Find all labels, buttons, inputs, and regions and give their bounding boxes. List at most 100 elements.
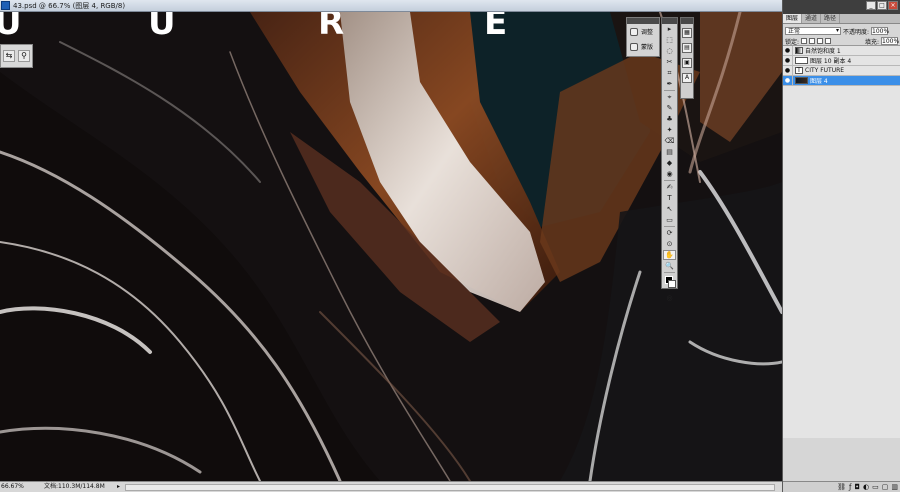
link-icon[interactable]: ⛓	[837, 483, 846, 491]
status-menu-arrow-icon[interactable]: ▸	[117, 482, 120, 492]
folder-icon[interactable]: ▭	[872, 483, 879, 491]
adjustment-icon[interactable]: ◐	[863, 483, 869, 491]
tab-channels[interactable]: 通道	[802, 14, 822, 23]
document-title-bar[interactable]: 43.psd @ 66.7% (图层 4, RGB/8)	[0, 0, 782, 12]
hand-tool-icon[interactable]: ✋	[663, 250, 676, 260]
type-tool-icon[interactable]: T	[663, 193, 676, 203]
move-tool-icon[interactable]: ▸	[663, 24, 676, 34]
background-color-swatch[interactable]	[668, 280, 676, 288]
layers-panel-footer: ⛓ ƒ ◘ ◐ ▭ ▢ ▥	[783, 481, 900, 492]
fill-input[interactable]: 100%	[881, 37, 899, 45]
visibility-eye-icon[interactable]: ●	[783, 55, 793, 66]
opacity-input[interactable]: 100%	[871, 27, 889, 35]
tools-separator	[664, 226, 675, 227]
lock-pixels-icon[interactable]	[809, 38, 816, 44]
collapsed-panels-strip: ▦ ▤ ▣ A	[680, 17, 694, 99]
brush-tool-icon[interactable]: ✎	[663, 103, 676, 113]
layer-row[interactable]: ● T CITY FUTURE	[783, 65, 900, 76]
new-layer-icon[interactable]: ▢	[882, 483, 889, 491]
tab-layers[interactable]: 图层	[783, 14, 803, 23]
strip-header[interactable]	[681, 18, 693, 24]
pen-tool-icon[interactable]: ✍	[663, 182, 676, 192]
blur-tool-icon[interactable]: ◆	[663, 158, 676, 168]
visibility-eye-icon[interactable]: ●	[783, 65, 793, 76]
eyedropper-tool-icon[interactable]: ✒	[663, 79, 676, 89]
mask-icon[interactable]: ◘	[854, 483, 860, 491]
masks-icon	[630, 42, 638, 51]
quick-mask-icon[interactable]: ◎	[663, 293, 676, 303]
3d-rotate-tool-icon[interactable]: ⟳	[663, 228, 676, 238]
healing-brush-tool-icon[interactable]: ⌖	[663, 92, 676, 102]
visibility-eye-icon[interactable]: ●	[783, 45, 793, 56]
maximize-icon[interactable]: □	[877, 1, 887, 10]
tab-paths[interactable]: 路径	[821, 14, 841, 23]
layer-thumbnail	[795, 57, 808, 64]
gradient-tool-icon[interactable]: ▤	[663, 147, 676, 157]
visibility-eye-icon[interactable]: ●	[783, 75, 793, 86]
lasso-tool-icon[interactable]: ◌	[663, 46, 676, 56]
blend-mode-select[interactable]: 正常	[785, 27, 841, 35]
layer-name: 图层 4	[810, 78, 828, 85]
slice-tool-icon[interactable]: ⌗	[663, 68, 676, 78]
masks-label: 蒙版	[641, 44, 654, 51]
text-layer-thumbnail: T	[795, 67, 803, 74]
history-brush-tool-icon[interactable]: ✦	[663, 125, 676, 135]
layer-row[interactable]: ● 自然饱和度 1	[783, 45, 900, 56]
window-controls: _ □ ×	[866, 1, 898, 10]
color-swatches[interactable]	[663, 274, 676, 292]
tools-separator	[664, 180, 675, 181]
layers-panel-tabs: 图层 通道 路径	[783, 14, 900, 24]
masks-panel-button[interactable]: 蒙版	[627, 39, 659, 54]
lock-position-icon[interactable]	[817, 38, 824, 44]
canvas-text-letter: R	[318, 12, 345, 43]
orbit-tool-icon[interactable]: ⊙	[663, 239, 676, 249]
photoshop-document-icon	[1, 1, 10, 10]
layer-name: CITY FUTURE	[805, 67, 845, 74]
navigator-panel-icon[interactable]: ▣	[682, 58, 692, 68]
adjustments-panel-button[interactable]: 调整	[627, 24, 659, 39]
fill-label: 填充:	[864, 38, 879, 46]
dodge-tool-icon[interactable]: ◉	[663, 169, 676, 179]
panel-dock-header[interactable]: _ □ ×	[783, 0, 900, 14]
close-icon[interactable]: ×	[888, 1, 898, 10]
shape-tool-icon[interactable]: ▭	[663, 215, 676, 225]
layer-name: 图层 10 副本 4	[810, 58, 852, 65]
path-selection-tool-icon[interactable]: ↖	[663, 204, 676, 214]
tool-options-fragment: ⇆ ⚲	[0, 44, 33, 68]
lock-all-icon[interactable]	[825, 38, 832, 44]
tools-separator	[664, 90, 675, 91]
image-layer-thumbnail	[795, 77, 808, 84]
adjustments-icon	[630, 27, 638, 36]
marquee-tool-icon[interactable]: ⬚	[663, 35, 676, 45]
canvas-text-letter: U	[0, 12, 22, 43]
minimize-icon[interactable]: _	[866, 1, 876, 10]
canvas-text-letter: E	[484, 12, 508, 43]
trash-icon[interactable]: ▥	[891, 483, 898, 491]
document-size-info[interactable]: 文档:110.3M/114.8M	[44, 482, 105, 492]
layer-options: 正常 不透明度: 100% 锁定: 填充: 100%	[783, 24, 900, 46]
swatches-panel-icon[interactable]: ▤	[682, 43, 692, 53]
adjustments-label: 调整	[641, 29, 654, 36]
option-toggle-icon[interactable]: ⇆	[3, 50, 15, 62]
lock-transparency-icon[interactable]	[801, 38, 808, 44]
opacity-label: 不透明度:	[843, 28, 870, 36]
tool-preset-icon[interactable]: ⚲	[18, 50, 30, 62]
layer-row[interactable]: ● 图层 10 副本 4	[783, 55, 900, 66]
zoom-level[interactable]: 66.67%	[1, 482, 24, 492]
fx-icon[interactable]: ƒ	[849, 483, 851, 491]
lock-label: 锁定:	[785, 38, 800, 46]
zoom-tool-icon[interactable]: 🔍	[663, 261, 676, 271]
character-panel-icon[interactable]: A	[682, 73, 692, 83]
clone-stamp-tool-icon[interactable]: ♣	[663, 114, 676, 124]
layers-list: ● 自然饱和度 1 ● 图层 10 副本 4 ● T CITY FUTURE ●…	[783, 45, 900, 438]
history-panel-icon[interactable]: ▦	[682, 28, 692, 38]
layer-name: 自然饱和度 1	[805, 48, 841, 55]
eraser-tool-icon[interactable]: ⌫	[663, 136, 676, 146]
tools-panel: ▸ ⬚ ◌ ✂ ⌗ ✒ ⌖ ✎ ♣ ✦ ⌫ ▤ ◆ ◉ ✍ T ↖ ▭ ⟳ ⊙ …	[661, 17, 678, 301]
tools-separator	[664, 272, 675, 273]
horizontal-scrollbar[interactable]	[125, 484, 775, 491]
status-bar: 66.67% 文档:110.3M/114.8M ▸	[0, 481, 782, 492]
layers-panel: _ □ × 图层 通道 路径 正常 不透明度: 100% 锁定: 填充: 100…	[782, 0, 900, 492]
layer-row-selected[interactable]: ● 图层 4	[783, 75, 900, 86]
crop-tool-icon[interactable]: ✂	[663, 57, 676, 67]
